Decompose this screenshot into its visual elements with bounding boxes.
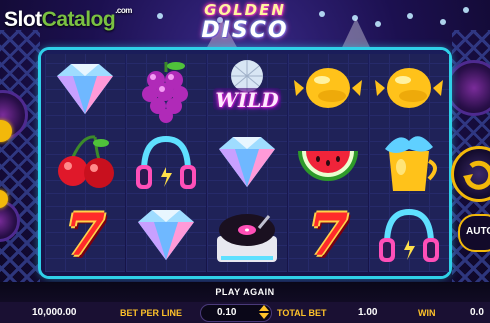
reel-frame: 7 WILD 7	[41, 50, 449, 276]
diamond-icon	[219, 137, 275, 187]
diamond-icon	[138, 210, 194, 260]
game-logo-line2: DISCO	[201, 18, 289, 43]
reel-2-symbol-1	[126, 54, 206, 126]
reel-5-symbol-2	[369, 127, 449, 199]
auto-button-label: AUTO	[466, 226, 490, 237]
left-truss	[0, 30, 40, 300]
reel-3-symbol-3	[207, 200, 287, 272]
reel-2	[126, 54, 206, 272]
spin-button[interactable]	[451, 146, 490, 202]
lemon-icon	[294, 68, 362, 108]
status-message: PLAY AGAIN	[215, 287, 275, 297]
win-label: WIN	[418, 308, 436, 318]
game-logo-line1: GOLDEN	[204, 1, 286, 19]
reel-1-symbol-3: 7	[45, 200, 125, 272]
reel-4-symbol-1	[288, 54, 368, 126]
site-logo: SlotCatalog.com	[4, 6, 132, 31]
reel-1-symbol-2	[45, 127, 125, 199]
wild-label: WILD	[215, 88, 279, 112]
reel-3-symbol-1: WILD	[207, 54, 287, 126]
bet-per-line-label: BET PER LINE	[120, 308, 183, 318]
reel-5-symbol-3	[369, 200, 449, 272]
bet-arrows-icon[interactable]	[258, 304, 270, 320]
seven-label: 7	[307, 201, 349, 269]
reel-4-symbol-2	[288, 127, 368, 199]
cherries-icon	[58, 135, 114, 188]
turntable-icon	[217, 214, 277, 262]
win-value: 0.0	[470, 307, 484, 318]
headphones-icon	[136, 135, 196, 189]
spin-arrow-icon	[463, 160, 490, 190]
reel-2-symbol-3	[126, 200, 206, 272]
reel-3: WILD	[207, 54, 287, 272]
reel-5	[369, 54, 449, 272]
reel-5-symbol-1	[369, 54, 449, 126]
watermelon-icon	[298, 151, 358, 181]
bet-per-line-value: 0.10	[217, 307, 237, 318]
reel-3-symbol-2	[207, 127, 287, 199]
reel-4: 7	[288, 54, 368, 272]
headphones-icon	[379, 208, 439, 262]
lemon-icon	[375, 68, 443, 108]
game-logo: GOLDEN DISCO	[168, 2, 322, 48]
splash-cup-icon	[385, 136, 437, 191]
auto-button[interactable]: AUTO	[458, 214, 490, 252]
diamond-icon	[57, 64, 113, 114]
grapes-icon	[142, 62, 188, 123]
bottom-info-row: 10,000.00 BET PER LINE 0.10 TOTAL BET 1.…	[0, 302, 490, 322]
seven-label: 7	[64, 201, 106, 269]
reel-1-symbol-1	[45, 54, 125, 126]
total-bet-value: 1.00	[358, 307, 378, 318]
reel-1: 7	[45, 54, 125, 272]
total-bet-label: TOTAL BET	[277, 308, 327, 318]
balance-value: 10,000.00	[32, 307, 77, 318]
reel-4-symbol-3: 7	[288, 200, 368, 272]
reel-2-symbol-2	[126, 127, 206, 199]
